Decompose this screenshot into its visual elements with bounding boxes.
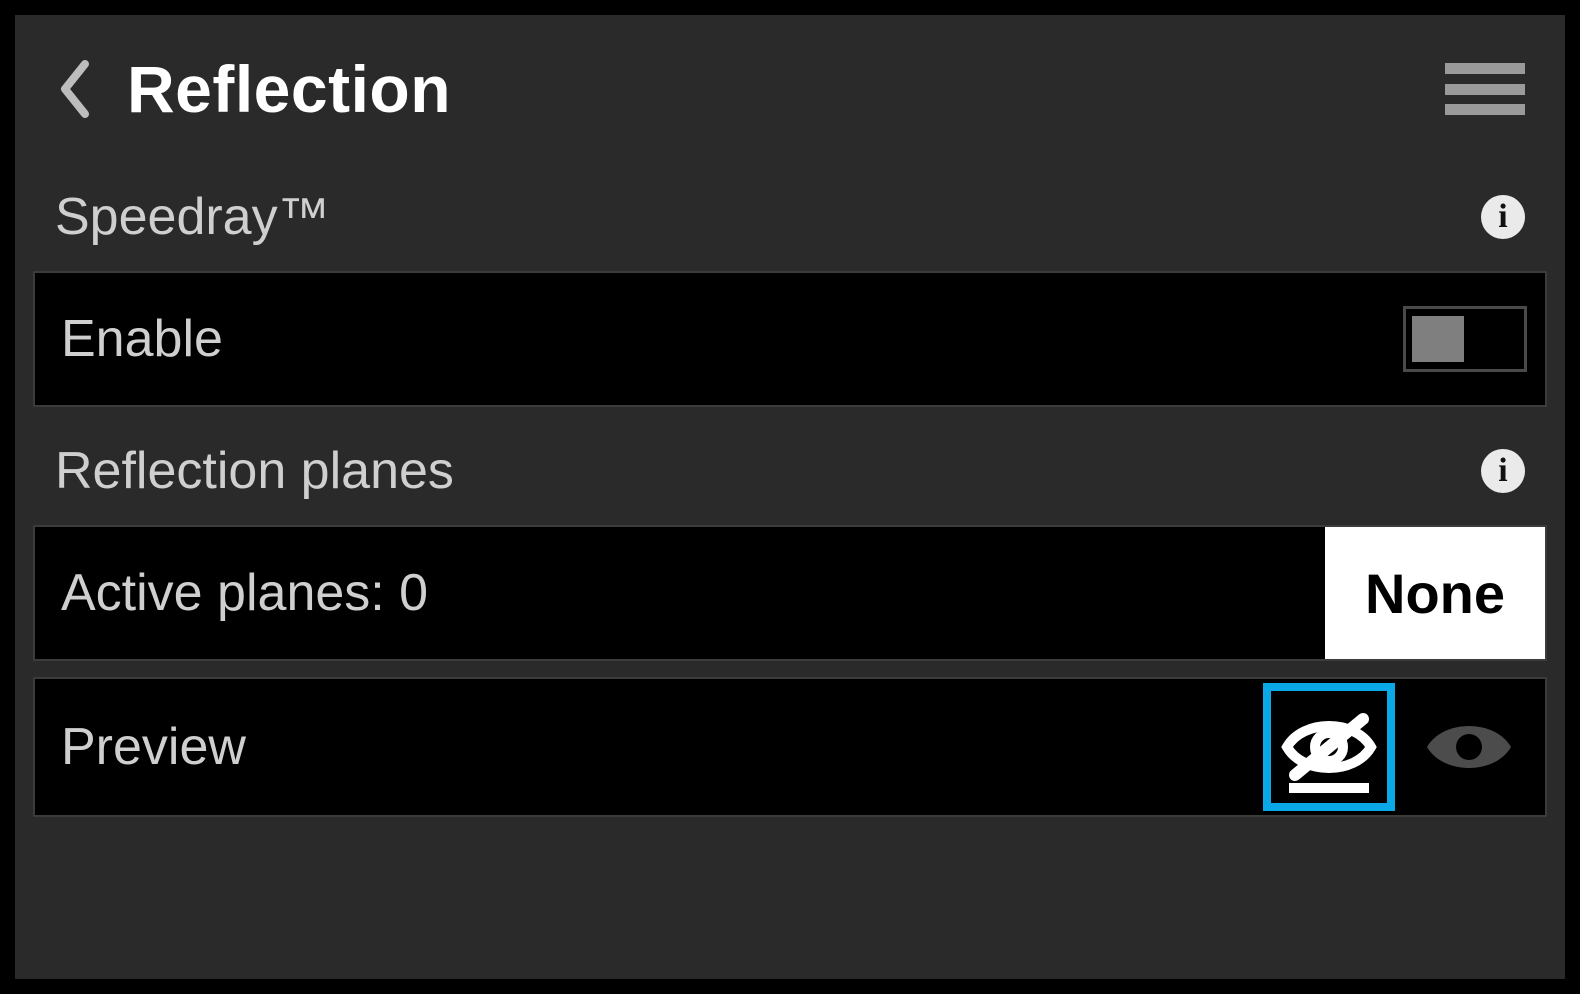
- hamburger-icon: [1445, 63, 1525, 74]
- preview-controls: [1263, 683, 1535, 811]
- hamburger-icon: [1445, 84, 1525, 95]
- panel-title: Reflection: [127, 51, 451, 127]
- enable-row: Enable: [33, 271, 1547, 407]
- hamburger-icon: [1445, 104, 1525, 115]
- panel-header: Reflection: [15, 15, 1565, 163]
- preview-hidden-button[interactable]: [1263, 683, 1395, 811]
- header-left: Reflection: [55, 51, 451, 127]
- speedray-section-header: Speedray™ i: [15, 163, 1565, 271]
- toggle-knob: [1412, 316, 1464, 362]
- chevron-left-icon: [57, 60, 91, 118]
- reflection-panel: Reflection Speedray™ i Enable Reflection…: [12, 12, 1568, 982]
- eye-off-icon: [1281, 711, 1377, 783]
- active-planes-row: Active planes: 0 None: [33, 525, 1547, 661]
- planes-none-button[interactable]: None: [1325, 527, 1545, 659]
- active-planes-label: Active planes: 0: [61, 563, 428, 623]
- back-button[interactable]: [55, 58, 93, 120]
- menu-button[interactable]: [1445, 61, 1525, 117]
- preview-visible-button[interactable]: [1403, 683, 1535, 811]
- speedray-label: Speedray™: [55, 187, 330, 247]
- eye-icon: [1421, 711, 1517, 783]
- info-icon[interactable]: i: [1481, 449, 1525, 493]
- enable-label: Enable: [61, 309, 223, 369]
- info-icon[interactable]: i: [1481, 195, 1525, 239]
- enable-toggle[interactable]: [1403, 306, 1527, 372]
- planes-section-header: Reflection planes i: [15, 417, 1565, 525]
- planes-label: Reflection planes: [55, 441, 454, 501]
- preview-label: Preview: [61, 717, 246, 777]
- preview-row: Preview: [33, 677, 1547, 817]
